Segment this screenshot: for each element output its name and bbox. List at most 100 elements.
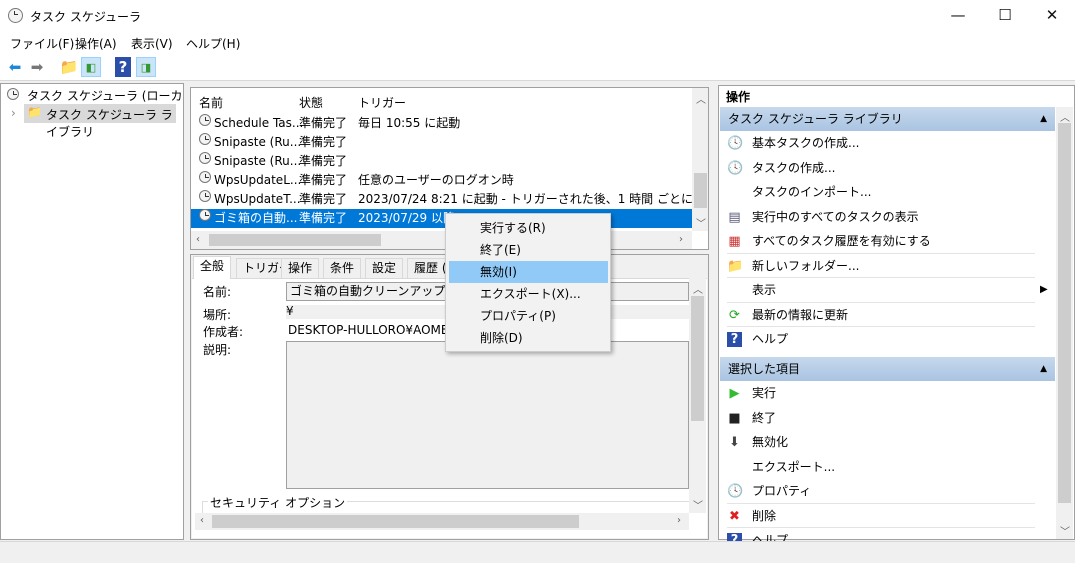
menu-action[interactable]: 操作(A) bbox=[75, 35, 117, 52]
section-selected-label: 選択した項目 bbox=[728, 362, 801, 376]
tree-item-library[interactable]: 📁 タスク スケジューラ ライブラリ bbox=[24, 104, 176, 139]
table-row[interactable]: WpsUpdateT... 準備完了 2023/07/24 8:21 に起動 -… bbox=[191, 190, 708, 209]
refresh-icon: ⟳ bbox=[729, 307, 740, 323]
task-status: 準備完了 bbox=[299, 173, 348, 187]
tree-pane: タスク スケジューラ (ローカル) › 📁 タスク スケジューラ ライブラリ bbox=[0, 83, 184, 540]
menu-view[interactable]: 表示(V) bbox=[131, 35, 173, 52]
tab-settings[interactable]: 設定 bbox=[365, 258, 404, 278]
column-trigger[interactable]: トリガー bbox=[358, 94, 406, 111]
action-item[interactable]: 🕓 基本タスクの作成... bbox=[720, 131, 1040, 155]
description-field[interactable] bbox=[286, 341, 689, 489]
action-item[interactable]: ▦ すべてのタスク履歴を有効にする bbox=[720, 229, 1040, 253]
help-icon[interactable]: ? bbox=[115, 57, 131, 77]
column-name[interactable]: 名前 bbox=[199, 94, 223, 111]
stop-icon: ■ bbox=[728, 410, 741, 426]
action-item[interactable]: ■ 終了 bbox=[720, 406, 1040, 430]
table-row[interactable]: Snipaste (Ru... 準備完了 bbox=[191, 152, 692, 171]
create-task-icon: 🕓 bbox=[727, 160, 744, 176]
up-folder-icon[interactable]: 📁 bbox=[59, 57, 79, 77]
task-name: Snipaste (Ru... bbox=[214, 154, 302, 168]
vertical-scrollbar[interactable]: ︿ ﹀ bbox=[692, 88, 708, 231]
action-item[interactable]: ▶ 実行 bbox=[720, 381, 1040, 405]
action-label: タスクの作成... bbox=[752, 160, 836, 175]
task-clock-icon bbox=[199, 171, 211, 183]
action-item[interactable]: ▤ 実行中のすべてのタスクの表示 bbox=[720, 205, 1040, 229]
action-item[interactable]: ✖ 削除 bbox=[720, 504, 1040, 528]
delete-icon: ✖ bbox=[729, 508, 740, 524]
task-clock-icon bbox=[199, 133, 211, 145]
collapse-icon[interactable]: ▲ bbox=[1040, 107, 1047, 131]
action-item[interactable]: ⟳ 最新の情報に更新 bbox=[720, 303, 1040, 327]
task-status: 準備完了 bbox=[299, 211, 348, 225]
section-library[interactable]: タスク スケジューラ ライブラリ ▲ bbox=[720, 107, 1055, 131]
actions-scrollbar[interactable]: ︿ ﹀ bbox=[1056, 107, 1073, 539]
action-label: 基本タスクの作成... bbox=[752, 136, 860, 150]
table-row[interactable]: ゴミ箱の自動... 準備完了 2023/07/29 以降 ... bbox=[191, 209, 692, 228]
detail-vertical-scrollbar[interactable]: ︿ ﹀ bbox=[689, 278, 706, 513]
expand-chevron-icon[interactable]: › bbox=[11, 106, 16, 120]
task-name: WpsUpdateT... bbox=[214, 192, 301, 206]
detail-horizontal-scrollbar[interactable]: ‹ › bbox=[195, 513, 689, 530]
context-menu-item[interactable]: 終了(E) bbox=[449, 239, 608, 261]
properties-icon: 🕓 bbox=[727, 484, 744, 499]
context-menu-item[interactable]: 無効(I) bbox=[449, 261, 608, 283]
action-label: 表示 bbox=[752, 283, 777, 297]
task-status: 準備完了 bbox=[299, 135, 348, 149]
action-item[interactable]: 🕓 プロパティ bbox=[720, 479, 1040, 503]
action-item[interactable]: 表示 ▶ bbox=[720, 278, 1048, 302]
action-item[interactable]: 📁 新しいフォルダー... bbox=[720, 254, 1040, 278]
tree-item-label: タスク スケジューラ ライブラリ bbox=[46, 108, 173, 139]
back-icon[interactable]: ⬅ bbox=[5, 57, 25, 77]
show-tree-icon[interactable]: ◧ bbox=[81, 57, 101, 77]
task-status: 準備完了 bbox=[299, 154, 348, 168]
action-label: プロパティ bbox=[752, 484, 812, 498]
action-item[interactable]: ⬇ 無効化 bbox=[720, 430, 1040, 454]
section-selected-item[interactable]: 選択した項目 ▲ bbox=[720, 357, 1055, 381]
help-icon: ? bbox=[727, 332, 742, 347]
action-item[interactable]: ? ヘルプ bbox=[720, 327, 1040, 351]
task-trigger: 毎日 10:55 に起動 bbox=[358, 116, 461, 130]
action-item[interactable]: エクスポート... bbox=[720, 455, 1040, 479]
tab-general[interactable]: 全般 bbox=[193, 256, 232, 279]
security-options-label: セキュリティ オプション bbox=[208, 494, 348, 511]
actions-title: 操作 bbox=[726, 90, 751, 104]
menu-file[interactable]: ファイル(F) bbox=[10, 35, 74, 52]
disable-icon: ⬇ bbox=[729, 435, 740, 450]
context-menu: 実行する(R) 終了(E) 無効(I) エクスポート(X)... プロパティ(P) 削除(… bbox=[445, 213, 611, 352]
action-label: 削除 bbox=[752, 508, 777, 523]
action-label: 実行中のすべてのタスクの表示 bbox=[752, 209, 919, 224]
context-menu-item[interactable]: プロパティ(P) bbox=[449, 305, 608, 327]
close-button[interactable]: ✕ bbox=[1029, 0, 1075, 32]
menu-bar: ファイル(F) 操作(A) 表示(V) ヘルプ(H) bbox=[0, 32, 1075, 53]
collapse-icon[interactable]: ▲ bbox=[1040, 357, 1047, 381]
run-icon: ▶ bbox=[729, 386, 740, 401]
context-menu-item[interactable]: 削除(D) bbox=[449, 327, 608, 349]
action-label: ヘルプ bbox=[752, 332, 789, 346]
task-name: WpsUpdateL... bbox=[214, 173, 302, 187]
table-row[interactable]: Schedule Tas... 準備完了 毎日 10:55 に起動 bbox=[191, 114, 692, 133]
tab-conditions[interactable]: 条件 bbox=[323, 258, 362, 278]
maximize-button[interactable]: ☐ bbox=[982, 0, 1028, 32]
column-status[interactable]: 状態 bbox=[299, 94, 323, 111]
action-item[interactable]: タスクのインポート... bbox=[720, 180, 1040, 204]
minimize-button[interactable]: — bbox=[935, 0, 981, 32]
action-item[interactable]: 🕓 タスクの作成... bbox=[720, 156, 1040, 180]
table-row[interactable]: WpsUpdateL... 準備完了 任意のユーザーのログオン時 bbox=[191, 171, 692, 190]
name-label: 名前: bbox=[203, 285, 232, 299]
task-trigger: 任意のユーザーのログオン時 bbox=[358, 173, 514, 187]
window-title: タスク スケジューラ bbox=[30, 10, 141, 24]
horizontal-scrollbar[interactable]: ‹ › bbox=[191, 231, 692, 249]
context-menu-item[interactable]: 実行する(R) bbox=[449, 217, 608, 239]
context-menu-item[interactable]: エクスポート(X)... bbox=[449, 283, 608, 305]
task-trigger: 2023/07/24 8:21 に起動 - トリガーされた後、1 時間 ごとに無… bbox=[358, 192, 708, 206]
tab-actions[interactable]: 操作 bbox=[281, 258, 320, 278]
action-label: 実行 bbox=[752, 386, 777, 400]
show-action-pane-icon[interactable]: ◨ bbox=[136, 57, 156, 77]
menu-help[interactable]: ヘルプ(H) bbox=[186, 35, 240, 52]
section-library-label: タスク スケジューラ ライブラリ bbox=[728, 112, 903, 126]
forward-icon[interactable]: ➡ bbox=[27, 57, 47, 77]
task-status: 準備完了 bbox=[299, 192, 348, 206]
table-row[interactable]: Snipaste (Ru... 準備完了 bbox=[191, 133, 692, 152]
action-label: 終了 bbox=[752, 410, 777, 425]
task-name: Snipaste (Ru... bbox=[214, 135, 302, 149]
